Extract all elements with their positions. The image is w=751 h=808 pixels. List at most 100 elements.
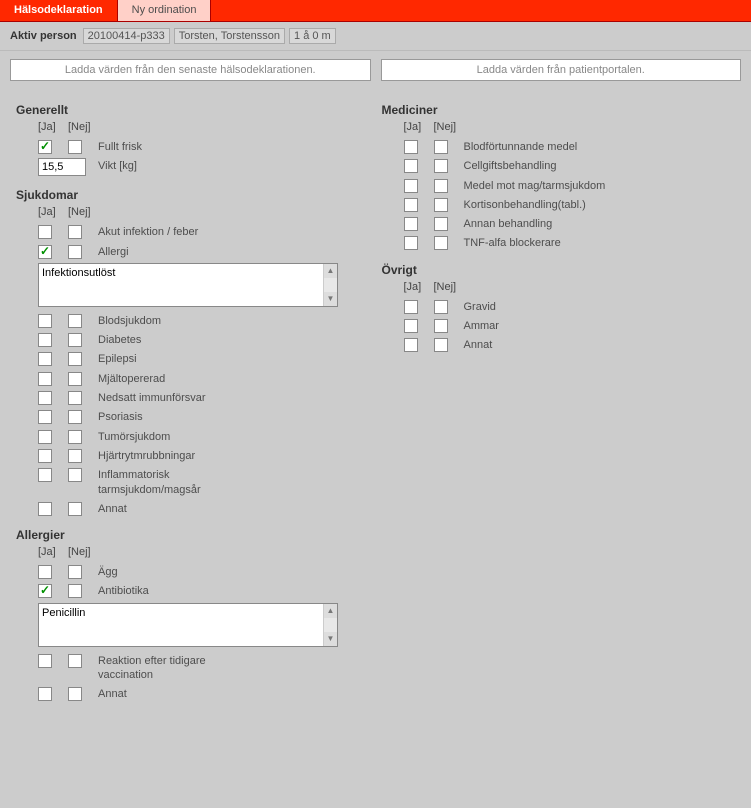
label: Antibiotika <box>98 583 149 598</box>
checkbox-ja[interactable] <box>404 179 418 193</box>
active-person-label: Aktiv person <box>10 30 77 42</box>
header-ja: [Ja] <box>404 121 434 133</box>
checkbox-nej[interactable] <box>68 352 82 366</box>
allergi-textarea[interactable] <box>39 264 323 306</box>
checkbox-ja-fullt-frisk[interactable] <box>38 140 52 154</box>
checkbox-ja[interactable] <box>38 225 52 239</box>
checkbox-ja[interactable] <box>404 300 418 314</box>
checkbox-ja[interactable] <box>38 449 52 463</box>
checkbox-ja[interactable] <box>38 468 52 482</box>
label-fullt-frisk: Fullt frisk <box>98 139 142 154</box>
checkbox-ja[interactable] <box>38 430 52 444</box>
checkbox-nej[interactable] <box>68 225 82 239</box>
allergi-details-textarea: ▲ ▼ <box>38 263 338 307</box>
row-annat-ovrigt: Annat <box>382 335 736 354</box>
checkbox-nej[interactable] <box>434 319 448 333</box>
header-nej: [Nej] <box>434 121 464 133</box>
antibiotika-textarea[interactable] <box>39 604 323 646</box>
checkbox-ja[interactable] <box>38 372 52 386</box>
checkbox-nej[interactable] <box>68 449 82 463</box>
row-nedsatt-immunforsvar: Nedsatt immunförsvar <box>16 388 370 407</box>
checkbox-nej[interactable] <box>434 217 448 231</box>
label: Reaktion efter tidigare vaccination <box>98 653 258 683</box>
checkbox-nej-antibiotika[interactable] <box>68 584 82 598</box>
checkbox-nej[interactable] <box>68 410 82 424</box>
checkbox-ja[interactable] <box>38 502 52 516</box>
checkbox-nej[interactable] <box>434 338 448 352</box>
load-buttons-row: Ladda värden från den senaste hälsodekla… <box>0 51 751 93</box>
load-previous-button[interactable]: Ladda värden från den senaste hälsodekla… <box>10 59 371 81</box>
row-akut-infektion: Akut infektion / feber <box>16 222 370 241</box>
column-headers: [Ja] [Nej] <box>382 279 736 297</box>
checkbox-nej[interactable] <box>68 372 82 386</box>
checkbox-nej[interactable] <box>68 314 82 328</box>
checkbox-ja[interactable] <box>404 159 418 173</box>
scroll-down-icon[interactable]: ▼ <box>324 292 337 306</box>
vikt-input[interactable] <box>38 158 86 176</box>
checkbox-ja[interactable] <box>38 314 52 328</box>
checkbox-nej[interactable] <box>68 333 82 347</box>
checkbox-nej[interactable] <box>68 502 82 516</box>
scroll-up-icon[interactable]: ▲ <box>324 604 337 618</box>
checkbox-ja[interactable] <box>38 654 52 668</box>
checkbox-ja[interactable] <box>38 687 52 701</box>
checkbox-ja[interactable] <box>38 352 52 366</box>
checkbox-ja[interactable] <box>404 236 418 250</box>
checkbox-nej[interactable] <box>434 236 448 250</box>
header-ja: [Ja] <box>404 281 434 293</box>
checkbox-nej[interactable] <box>68 687 82 701</box>
checkbox-nej[interactable] <box>434 159 448 173</box>
header-nej: [Nej] <box>68 121 98 133</box>
tab-halsodeklaration[interactable]: Hälsodeklaration <box>0 0 118 21</box>
scroll-up-icon[interactable]: ▲ <box>324 264 337 278</box>
scroll-down-icon[interactable]: ▼ <box>324 632 337 646</box>
row-inflammatorisk-tarm: Inflammatorisk tarmsjukdom/magsår <box>16 465 370 499</box>
checkbox-ja[interactable] <box>38 333 52 347</box>
label: Diabetes <box>98 332 141 347</box>
row-annat-allergi: Annat <box>16 684 370 703</box>
checkbox-ja[interactable] <box>38 391 52 405</box>
row-diabetes: Diabetes <box>16 330 370 349</box>
label: TNF-alfa blockerare <box>464 235 561 250</box>
checkbox-ja[interactable] <box>404 319 418 333</box>
checkbox-ja[interactable] <box>38 410 52 424</box>
label: Mjältopererad <box>98 371 165 386</box>
right-column: Mediciner [Ja] [Nej] Blodförtunnande med… <box>376 93 742 704</box>
column-headers: [Ja] [Nej] <box>16 204 370 222</box>
row-ammar: Ammar <box>382 316 736 335</box>
checkbox-nej-fullt-frisk[interactable] <box>68 140 82 154</box>
checkbox-ja[interactable] <box>404 217 418 231</box>
checkbox-nej[interactable] <box>68 468 82 482</box>
checkbox-ja-antibiotika[interactable] <box>38 584 52 598</box>
section-title-mediciner: Mediciner <box>382 103 736 117</box>
label-vikt: Vikt [kg] <box>98 158 137 173</box>
checkbox-nej[interactable] <box>434 179 448 193</box>
label: Annat <box>98 686 127 701</box>
checkbox-nej-allergi[interactable] <box>68 245 82 259</box>
label: Blodförtunnande medel <box>464 139 578 154</box>
row-blodfortunnande: Blodförtunnande medel <box>382 137 736 156</box>
row-psoriasis: Psoriasis <box>16 407 370 426</box>
header-ja: [Ja] <box>38 121 68 133</box>
header-nej: [Nej] <box>434 281 464 293</box>
section-title-generellt: Generellt <box>16 103 370 117</box>
label: Kortisonbehandling(tabl.) <box>464 197 586 212</box>
tab-ny-ordination[interactable]: Ny ordination <box>118 0 212 21</box>
checkbox-nej[interactable] <box>434 140 448 154</box>
checkbox-nej[interactable] <box>434 300 448 314</box>
checkbox-nej[interactable] <box>68 565 82 579</box>
row-tumorsjukdom: Tumörsjukdom <box>16 427 370 446</box>
checkbox-ja[interactable] <box>404 198 418 212</box>
row-mjaltopererad: Mjältopererad <box>16 369 370 388</box>
checkbox-nej[interactable] <box>68 654 82 668</box>
checkbox-ja[interactable] <box>38 565 52 579</box>
load-portal-button[interactable]: Ladda värden från patientportalen. <box>381 59 742 81</box>
checkbox-nej[interactable] <box>434 198 448 212</box>
checkbox-ja-allergi[interactable] <box>38 245 52 259</box>
row-epilepsi: Epilepsi <box>16 349 370 368</box>
checkbox-nej[interactable] <box>68 391 82 405</box>
checkbox-nej[interactable] <box>68 430 82 444</box>
row-allergi: Allergi <box>16 242 370 261</box>
checkbox-ja[interactable] <box>404 338 418 352</box>
checkbox-ja[interactable] <box>404 140 418 154</box>
